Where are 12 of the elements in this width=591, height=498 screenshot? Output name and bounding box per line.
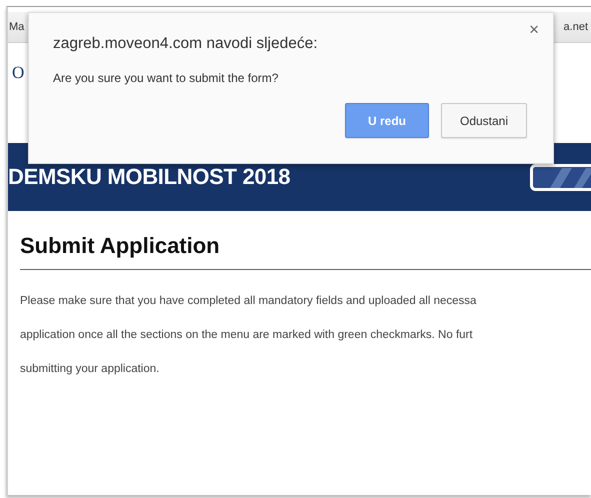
body-text-line: Please make sure that you have completed all mandatory fields and uploaded all necessa: [20, 294, 478, 309]
body-text-line: submitting your application.: [20, 362, 160, 377]
dialog-message: Are you sure you want to submit the form?: [53, 71, 280, 85]
cancel-button[interactable]: Odustani: [441, 103, 527, 138]
bookmark-item[interactable]: Ma: [8, 21, 24, 33]
bookmark-item[interactable]: a.net: [564, 21, 591, 33]
banner-title: DEMSKU MOBILNOST 2018: [8, 164, 290, 190]
close-button[interactable]: ×: [527, 21, 541, 39]
logo-letter: O: [11, 63, 24, 83]
body-text-line: application once all the sections on the menu are marked with green checkmarks. No furt: [20, 328, 474, 343]
section-heading: Submit Application: [20, 233, 221, 259]
dialog-title: zagreb.moveon4.com navodi sljedeće:: [53, 35, 319, 53]
